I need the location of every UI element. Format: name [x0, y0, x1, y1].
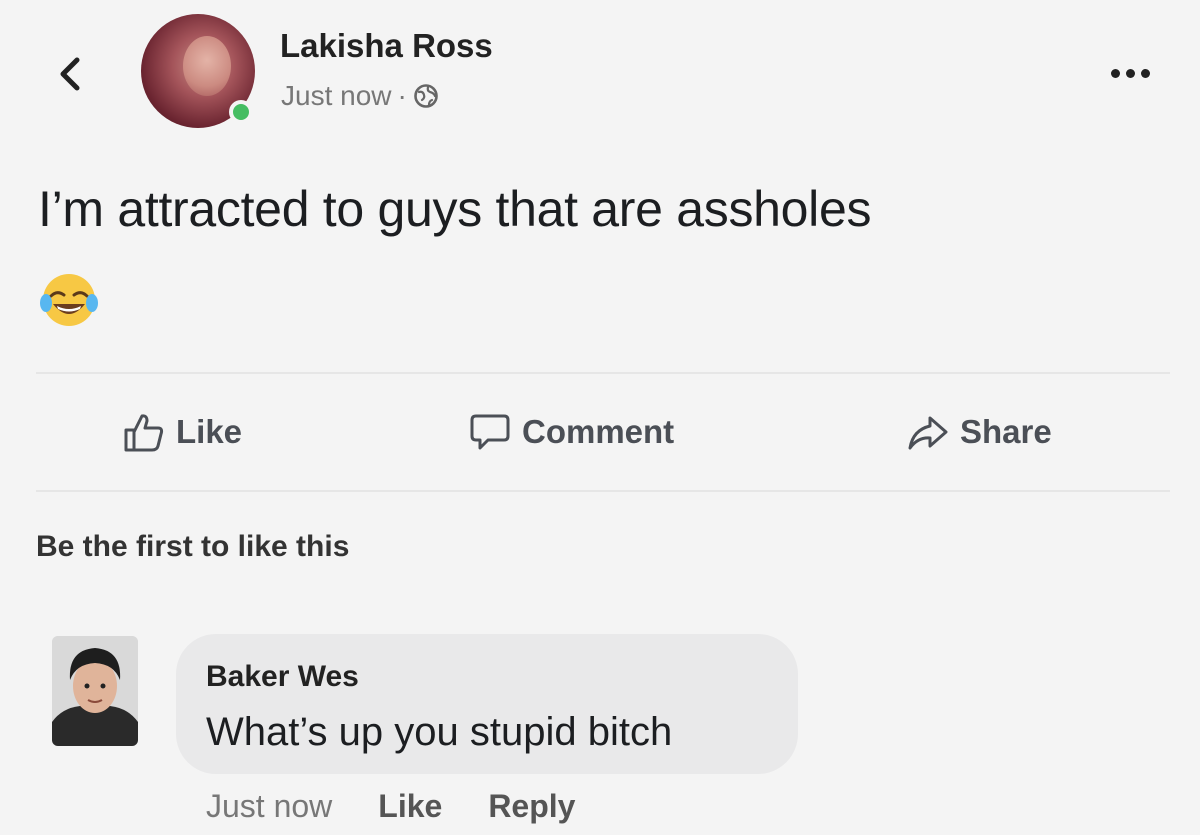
comment-button[interactable]: Comment	[468, 404, 674, 460]
comment-bubble: Baker Wes What’s up you stupid bitch	[176, 634, 798, 774]
like-label: Like	[176, 413, 243, 450]
more-horizontal-icon	[1110, 68, 1120, 78]
comment-author[interactable]: Baker Wes	[206, 660, 359, 694]
back-button[interactable]	[50, 54, 90, 94]
share-label: Share	[960, 413, 1052, 450]
author-name[interactable]: Lakisha Ross	[280, 27, 493, 65]
commenter-avatar[interactable]	[52, 636, 138, 746]
comment-reply-button[interactable]: Reply	[488, 788, 575, 825]
comment-actions: Just now Like Reply	[206, 788, 575, 825]
meta-separator: ·	[397, 80, 407, 111]
divider	[36, 490, 1170, 492]
face-with-tears-of-joy-icon	[40, 274, 98, 326]
like-button[interactable]: Like	[122, 404, 242, 460]
comment-label: Comment	[522, 413, 675, 450]
more-options-button[interactable]	[1100, 58, 1160, 88]
post-meta: Just now ·	[281, 80, 439, 112]
post-action-bar: Like Comment Share	[36, 374, 1170, 490]
share-arrow-icon	[908, 416, 948, 450]
author-avatar[interactable]	[141, 14, 255, 128]
comment-text: What’s up you stupid bitch	[206, 710, 673, 754]
comment-like-button[interactable]: Like	[378, 788, 442, 825]
share-button[interactable]: Share	[906, 404, 1052, 460]
comment-bubble-icon	[470, 414, 510, 450]
comment-timestamp[interactable]: Just now	[206, 788, 332, 825]
post-page: Lakisha Ross Just now · I’m attracted to…	[0, 0, 1200, 835]
post-text: I’m attracted to guys that are assholes	[38, 181, 872, 237]
thumbs-up-icon	[124, 414, 164, 452]
chevron-left-icon	[60, 57, 80, 91]
globe-icon	[414, 84, 438, 108]
post-timestamp[interactable]: Just now	[281, 80, 392, 112]
reaction-summary: Be the first to like this	[36, 530, 350, 563]
online-status-indicator	[229, 100, 253, 124]
